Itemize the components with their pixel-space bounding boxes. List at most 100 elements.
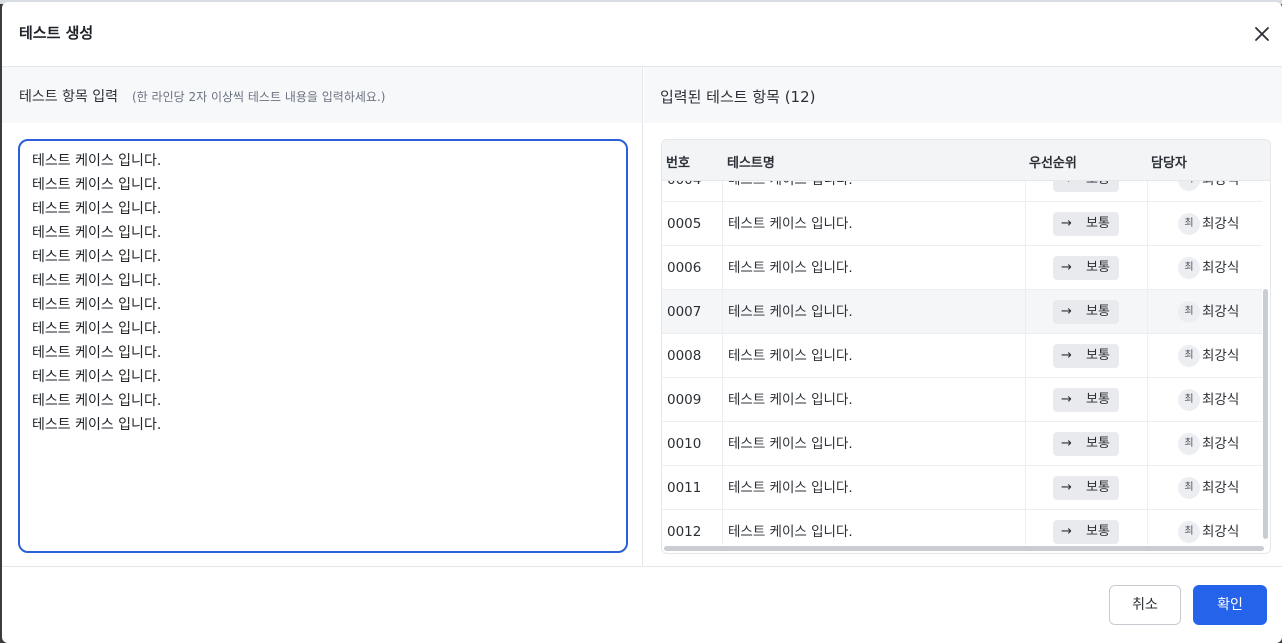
cell-priority: → 보통	[1026, 378, 1148, 422]
editor-line: 테스트 케이스 입니다.	[32, 177, 162, 193]
priority-label: 보통	[1086, 216, 1110, 231]
assignee-name: 최강식	[1202, 436, 1240, 452]
preview-pane: 입력된 테스트 항목 (12) 번호 테스트명 우선순위 담당자 0004테스트…	[644, 67, 1282, 566]
table-row[interactable]: 0005 테스트 케이스 입니다. → 보통 최 최강식	[662, 202, 1262, 246]
cell-number: 0011	[662, 466, 723, 510]
cell-priority: → 보통	[1026, 334, 1148, 378]
input-pane-header: 테스트 항목 입력 (한 라인당 2자 이상씩 테스트 내용을 입력하세요.)	[2, 67, 642, 123]
priority-label: 보통	[1086, 304, 1110, 319]
preview-pane-title: 입력된 테스트 항목 (12)	[660, 88, 816, 106]
test-items-textarea[interactable]: 테스트 케이스 입니다. 테스트 케이스 입니다. 테스트 케이스 입니다. 테스트 …	[18, 139, 628, 553]
cell-assignee: 최최강식	[1148, 246, 1262, 290]
column-name[interactable]: 테스트명	[727, 152, 775, 171]
cell-assignee: 최최강식	[1148, 378, 1262, 422]
vertical-scrollbar[interactable]	[1262, 181, 1270, 545]
cancel-button[interactable]: 취소	[1109, 585, 1181, 625]
cell-name: 테스트 케이스 입니다.	[723, 378, 1026, 422]
avatar: 최	[1178, 389, 1200, 411]
input-pane: 테스트 항목 입력 (한 라인당 2자 이상씩 테스트 내용을 입력하세요.) …	[2, 67, 643, 566]
cell-priority: → 보통	[1026, 466, 1148, 510]
priority-label: 보통	[1086, 392, 1110, 407]
cell-assignee: 최최강식	[1148, 466, 1262, 510]
cell-name: 테스트 케이스 입니다.	[723, 202, 1026, 246]
editor-line: 테스트 케이스 입니다.	[32, 249, 162, 265]
priority-badge[interactable]: → 보통	[1053, 181, 1119, 192]
modal-body: 테스트 항목 입력 (한 라인당 2자 이상씩 테스트 내용을 입력하세요.) …	[2, 67, 1282, 567]
arrow-right-icon: →	[1061, 181, 1072, 192]
cell-name: 테스트 케이스 입니다.	[723, 181, 1026, 202]
cell-assignee: 최최강식	[1148, 290, 1262, 334]
table-row[interactable]: 0008 테스트 케이스 입니다. → 보통 최 최강식	[662, 334, 1262, 378]
arrow-right-icon: →	[1061, 216, 1072, 231]
editor-line: 테스트 케이스 입니다.	[32, 297, 162, 313]
table-row[interactable]: 0011 테스트 케이스 입니다. → 보통 최 최강식	[662, 466, 1262, 510]
table-row[interactable]: 0006 테스트 케이스 입니다. → 보통 최 최강식	[662, 246, 1262, 290]
confirm-button[interactable]: 확인	[1193, 585, 1267, 625]
arrow-right-icon: →	[1061, 260, 1072, 275]
priority-badge[interactable]: → 보통	[1053, 212, 1119, 236]
cell-name: 테스트 케이스 입니다.	[723, 422, 1026, 466]
cell-priority: → 보통	[1026, 290, 1148, 334]
avatar: 최	[1178, 477, 1200, 499]
editor-line: 테스트 케이스 입니다.	[32, 153, 162, 169]
priority-badge[interactable]: → 보통	[1053, 388, 1119, 412]
cell-name: 테스트 케이스 입니다.	[723, 510, 1026, 545]
column-number[interactable]: 번호	[666, 152, 690, 171]
modal-header: 테스트 생성	[2, 2, 1282, 67]
priority-badge[interactable]: → 보통	[1053, 432, 1119, 456]
vertical-scrollbar-thumb[interactable]	[1263, 289, 1268, 539]
priority-badge[interactable]: → 보통	[1053, 520, 1119, 544]
input-pane-title: 테스트 항목 입력	[19, 89, 119, 105]
assignee-name: 최강식	[1202, 392, 1240, 408]
cell-assignee: 최최강식	[1148, 510, 1262, 545]
editor-line: 테스트 케이스 입니다.	[32, 417, 162, 433]
priority-badge[interactable]: → 보통	[1053, 344, 1119, 368]
table-row[interactable]: 0007 테스트 케이스 입니다. → 보통 최 최강식	[662, 290, 1262, 334]
modal-title: 테스트 생성	[19, 24, 94, 42]
editor-line: 테스트 케이스 입니다.	[32, 345, 162, 361]
table-row[interactable]: 0010 테스트 케이스 입니다. → 보통 최 최강식	[662, 422, 1262, 466]
create-test-modal: 테스트 생성 테스트 항목 입력 (한 라인당 2자 이상씩 테스트 내용을 입…	[2, 2, 1282, 643]
cell-priority: → 보통	[1026, 422, 1148, 466]
priority-label: 보통	[1086, 480, 1110, 495]
avatar: 최	[1178, 257, 1200, 279]
avatar: 최	[1178, 521, 1200, 543]
editor-line: 테스트 케이스 입니다.	[32, 225, 162, 241]
column-priority[interactable]: 우선순위	[1029, 152, 1077, 171]
cell-name: 테스트 케이스 입니다.	[723, 466, 1026, 510]
cell-priority: → 보통	[1026, 181, 1148, 202]
horizontal-scrollbar-thumb[interactable]	[664, 546, 1264, 551]
cell-number: 0009	[662, 378, 723, 422]
table-row[interactable]: 0012 테스트 케이스 입니다. → 보통 최 최강식	[662, 510, 1262, 545]
cell-assignee: 최최강식	[1148, 202, 1262, 246]
table-row[interactable]: 0004테스트 케이스 입니다. → 보통 최최강식	[662, 181, 1262, 202]
arrow-right-icon: →	[1061, 304, 1072, 319]
assignee-name: 최강식	[1202, 304, 1240, 320]
close-icon[interactable]	[1252, 24, 1272, 44]
cell-name: 테스트 케이스 입니다.	[723, 334, 1026, 378]
cell-number: 0004	[662, 181, 723, 202]
cell-number: 0008	[662, 334, 723, 378]
priority-label: 보통	[1086, 260, 1110, 275]
priority-label: 보통	[1086, 524, 1110, 539]
preview-pane-header: 입력된 테스트 항목 (12)	[644, 67, 1282, 123]
editor-line: 테스트 케이스 입니다.	[32, 273, 162, 289]
assignee-name: 최강식	[1202, 181, 1239, 202]
table-body: 0004테스트 케이스 입니다.→보통최최강식0005테스트 케이스 입니다.→…	[662, 181, 1270, 545]
table-row[interactable]: 0009 테스트 케이스 입니다. → 보통 최 최강식	[662, 378, 1262, 422]
assignee-name: 최강식	[1202, 216, 1240, 232]
column-assignee[interactable]: 담당자	[1151, 152, 1187, 171]
editor-line: 테스트 케이스 입니다.	[32, 369, 162, 385]
cell-number: 0006	[662, 246, 723, 290]
priority-label: 보통	[1086, 436, 1110, 451]
priority-badge[interactable]: → 보통	[1053, 256, 1119, 280]
arrow-right-icon: →	[1061, 392, 1072, 407]
priority-label: 보통	[1086, 181, 1110, 192]
assignee-name: 최강식	[1202, 480, 1240, 496]
avatar: 최	[1178, 301, 1200, 323]
priority-label: 보통	[1086, 348, 1110, 363]
priority-badge[interactable]: → 보통	[1053, 300, 1119, 324]
priority-badge[interactable]: → 보통	[1053, 476, 1119, 500]
cell-priority: → 보통	[1026, 246, 1148, 290]
arrow-right-icon: →	[1061, 524, 1072, 539]
